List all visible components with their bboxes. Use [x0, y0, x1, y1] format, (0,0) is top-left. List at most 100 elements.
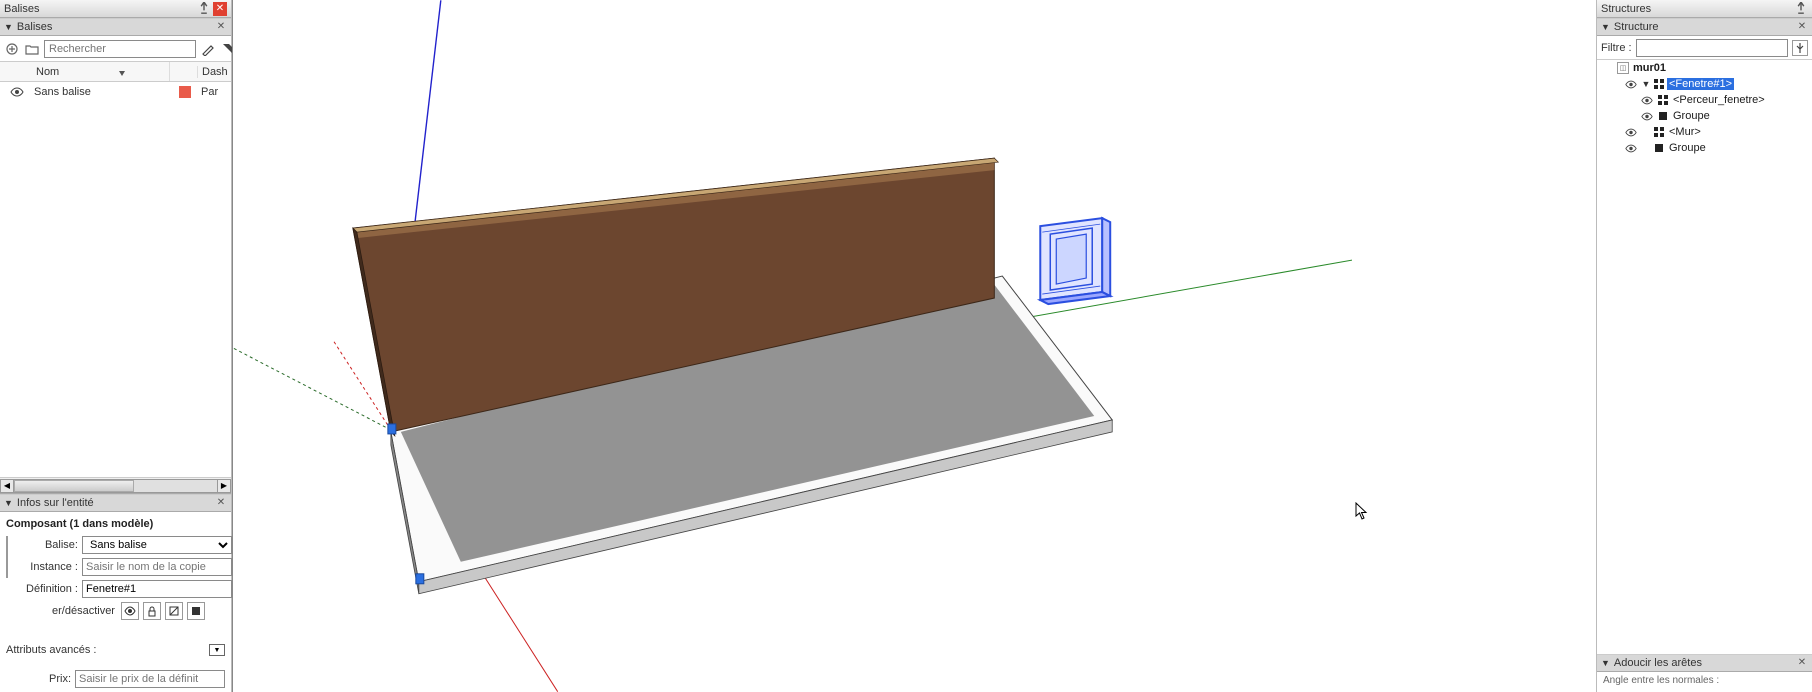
advanced-attributes-label: Attributs avancés : [6, 644, 209, 656]
tree-fenetre-label: <Fenetre#1> [1667, 78, 1734, 90]
chevron-down-icon: ▼ [4, 22, 13, 32]
tag-row[interactable]: Sans balise Par [0, 82, 231, 102]
column-header-dash[interactable]: Dash [197, 66, 231, 78]
column-header-nom[interactable]: Nom [0, 66, 169, 78]
component-icon [1653, 126, 1665, 138]
entity-info-body: Composant (1 dans modèle) Balise: Sans b… [0, 512, 231, 692]
structure-section-header[interactable]: ▼ Structure ✕ [1597, 18, 1812, 36]
search-input[interactable] [44, 40, 196, 58]
tree-fenetre-row[interactable]: ▼ <Fenetre#1> [1597, 76, 1812, 92]
shadows-face-icon[interactable] [165, 602, 183, 620]
tree-mur-row[interactable]: <Mur> [1597, 124, 1812, 140]
component-icon [1653, 78, 1665, 90]
balises-list: Sans balise Par [0, 82, 231, 477]
entity-info-header[interactable]: ▼ Infos sur l'entité ✕ [0, 494, 231, 512]
tag-folder-icon[interactable] [24, 41, 40, 57]
tree-groupe1-row[interactable]: Groupe [1597, 108, 1812, 124]
hide-icon[interactable] [121, 602, 139, 620]
close-section-icon[interactable]: ✕ [215, 21, 227, 33]
balises-section-header[interactable]: ▼ Balises ✕ [0, 18, 231, 36]
visibility-icon[interactable] [1623, 80, 1639, 89]
tag-color-swatch[interactable] [179, 86, 191, 98]
adoucir-section-header[interactable]: ▼ Adoucir les arêtes ✕ [1597, 654, 1812, 672]
entity-info-title: Composant (1 dans modèle) [6, 516, 225, 532]
add-tag-icon[interactable] [4, 41, 20, 57]
entity-toggles: er/désactiver [6, 602, 225, 620]
expand-attributes-icon[interactable]: ▼ [209, 644, 225, 656]
definition-row: Définition : [16, 580, 232, 598]
entity-info-panel: ▼ Infos sur l'entité ✕ Composant (1 dans… [0, 493, 231, 692]
component-icon [1657, 94, 1669, 106]
balises-section-label: Balises [17, 21, 215, 33]
scroll-left-icon[interactable]: ◀ [0, 479, 14, 493]
tree-groupe1-label: Groupe [1671, 110, 1712, 122]
model-icon: ◫ [1617, 62, 1629, 74]
instance-row: Instance : [16, 558, 232, 576]
visibility-icon[interactable] [8, 87, 26, 97]
prix-row: Prix: [6, 670, 225, 688]
close-icon[interactable]: ✕ [213, 2, 227, 16]
balises-toolbar [0, 36, 231, 62]
pin-icon[interactable] [1794, 2, 1808, 16]
structures-panel-titlebar: Structures [1597, 0, 1812, 18]
chevron-down-icon: ▼ [1601, 22, 1610, 32]
tree-model-label: mur01 [1631, 62, 1668, 74]
expand-tree-icon[interactable] [1792, 40, 1808, 56]
instance-input[interactable] [82, 558, 232, 576]
chevron-down-icon: ▼ [1601, 658, 1610, 668]
adoucir-section-label: Adoucir les arêtes [1614, 657, 1796, 669]
close-section-icon[interactable]: ✕ [215, 497, 227, 509]
structures-panel-title: Structures [1601, 3, 1792, 15]
balise-label: Balise: [16, 539, 78, 551]
visibility-icon[interactable] [1623, 144, 1639, 153]
balises-table-header: Nom Dash [0, 62, 231, 82]
filter-row: Filtre : [1597, 36, 1812, 60]
tree-perceur-row[interactable]: <Perceur_fenetre> [1597, 92, 1812, 108]
left-panel: Balises ✕ ▼ Balises ✕ Nom Dash [0, 0, 232, 692]
color-by-tag-icon[interactable] [200, 41, 216, 57]
scroll-thumb[interactable] [14, 480, 134, 492]
visibility-icon[interactable] [1639, 96, 1655, 105]
pin-icon[interactable] [197, 2, 211, 16]
tag-name: Sans balise [26, 86, 179, 98]
entity-info-section-label: Infos sur l'entité [17, 497, 215, 509]
visibility-icon[interactable] [1623, 128, 1639, 137]
outliner-tree[interactable]: ◫ mur01 ▼ <Fenetre#1> <Perceur_fenetre> … [1597, 60, 1812, 654]
prix-input[interactable] [75, 670, 225, 688]
definition-input[interactable] [82, 580, 232, 598]
right-panel: Structures ▼ Structure ✕ Filtre : ◫ mur0… [1596, 0, 1812, 692]
tree-groupe2-label: Groupe [1667, 142, 1708, 154]
entity-thumbnail[interactable] [6, 536, 8, 578]
tree-perceur-label: <Perceur_fenetre> [1671, 94, 1767, 106]
scroll-right-icon[interactable]: ▶ [217, 479, 231, 493]
balises-panel-title: Balises [4, 3, 195, 15]
visibility-icon[interactable] [1639, 112, 1655, 121]
shadows-receive-icon[interactable] [187, 602, 205, 620]
column-header-color[interactable] [169, 62, 197, 81]
group-icon [1657, 110, 1669, 122]
chevron-down-icon: ▼ [4, 498, 13, 508]
entity-top-block: Balise: Sans balise Instance : Définitio… [6, 536, 225, 598]
tree-model-row[interactable]: ◫ mur01 [1597, 60, 1812, 76]
prix-label: Prix: [6, 673, 71, 685]
filter-input[interactable] [1636, 39, 1788, 57]
toggle-label: er/désactiver [52, 605, 115, 617]
entity-fields: Balise: Sans balise Instance : Définitio… [16, 536, 232, 598]
horizontal-scrollbar[interactable]: ◀ ▶ [0, 477, 231, 493]
3d-viewport[interactable] [232, 0, 1352, 692]
lock-icon[interactable] [143, 602, 161, 620]
balises-panel-titlebar: Balises ✕ [0, 0, 231, 18]
instance-label: Instance : [16, 561, 78, 573]
chevron-down-icon[interactable]: ▼ [1641, 79, 1651, 89]
close-section-icon[interactable]: ✕ [1796, 21, 1808, 33]
tag-dash: Par [197, 86, 231, 98]
close-section-icon[interactable]: ✕ [1796, 657, 1808, 669]
definition-label: Définition : [16, 583, 78, 595]
adoucir-body: Angle entre les normales : [1597, 672, 1812, 692]
group-icon [1653, 142, 1665, 154]
tree-groupe2-row[interactable]: Groupe [1597, 140, 1812, 156]
filter-label: Filtre : [1601, 42, 1632, 54]
tree-mur-label: <Mur> [1667, 126, 1703, 138]
balise-select[interactable]: Sans balise [82, 536, 232, 554]
scroll-track[interactable] [14, 479, 217, 493]
